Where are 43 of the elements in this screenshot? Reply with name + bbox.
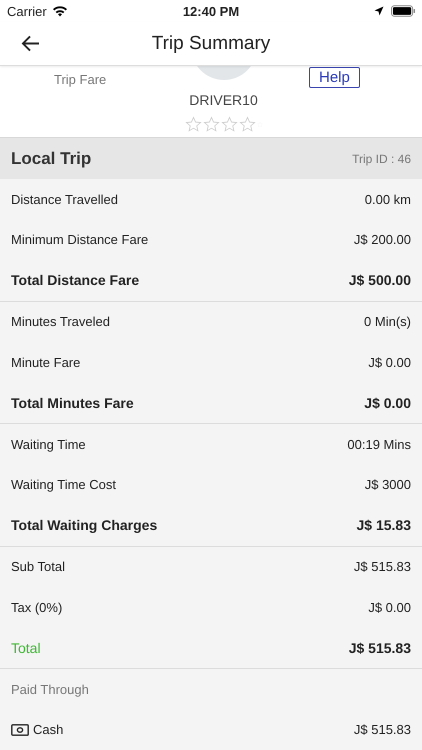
location-icon — [374, 6, 384, 16]
screen-title: Trip Summary — [152, 32, 270, 54]
row-label: Minute Fare — [11, 354, 80, 370]
status-time: 12:40 PM — [182, 4, 240, 18]
row-label: Total Waiting Charges — [11, 517, 158, 534]
row-value: J$ 200.00 — [354, 232, 411, 248]
trip-fare-label: Trip Fare — [54, 72, 108, 87]
carrier-text: Carrier — [7, 4, 47, 18]
trip-id: Trip ID : 46 — [352, 152, 411, 166]
back-arrow-icon[interactable] — [21, 35, 40, 52]
star-icon — [220, 116, 238, 133]
section-title: Local Trip — [11, 148, 92, 168]
row-value: J$ 15.83 — [356, 517, 411, 534]
row-value: 0.00 km — [364, 192, 411, 207]
driver-name: DRIVER10 — [189, 92, 258, 108]
row-value: J$ 515.83 — [354, 559, 411, 574]
row-label: Waiting Time Cost — [11, 477, 116, 492]
row-value: J$ 500.00 — [348, 272, 411, 288]
row-label: Tax (0%) — [11, 600, 62, 615]
row-label: Paid Through — [11, 682, 89, 697]
row-label: Total Distance Fare — [11, 272, 140, 288]
row-label: Minutes Traveled — [11, 314, 110, 330]
row-value: J$ 0.00 — [368, 600, 411, 615]
row-label: Minimum Distance Fare — [11, 232, 148, 248]
row-value: J$ 515.83 — [354, 722, 411, 738]
row-value: J$ 0.00 — [364, 394, 411, 411]
row-label: Sub Total — [11, 559, 65, 574]
row-value: J$ 0.00 — [368, 354, 411, 370]
row-label: Waiting Time — [11, 436, 86, 452]
row-label: Total Minutes Fare — [11, 394, 134, 411]
help-button[interactable]: Help — [309, 67, 360, 88]
payment-method: Cash — [33, 722, 64, 738]
wifi-icon — [52, 5, 68, 17]
cash-icon — [11, 724, 29, 736]
star-icon — [202, 116, 220, 133]
row-value: J$ 515.83 — [348, 640, 411, 656]
battery-icon — [391, 5, 416, 17]
row-value: J$ 3000 — [364, 477, 411, 492]
row-value: 00:19 Mins — [347, 436, 411, 452]
star-icon — [184, 116, 202, 133]
row-label: Total — [11, 640, 41, 656]
row-value: 0 Min(s) — [364, 314, 411, 330]
row-label: Distance Travelled — [11, 192, 118, 207]
